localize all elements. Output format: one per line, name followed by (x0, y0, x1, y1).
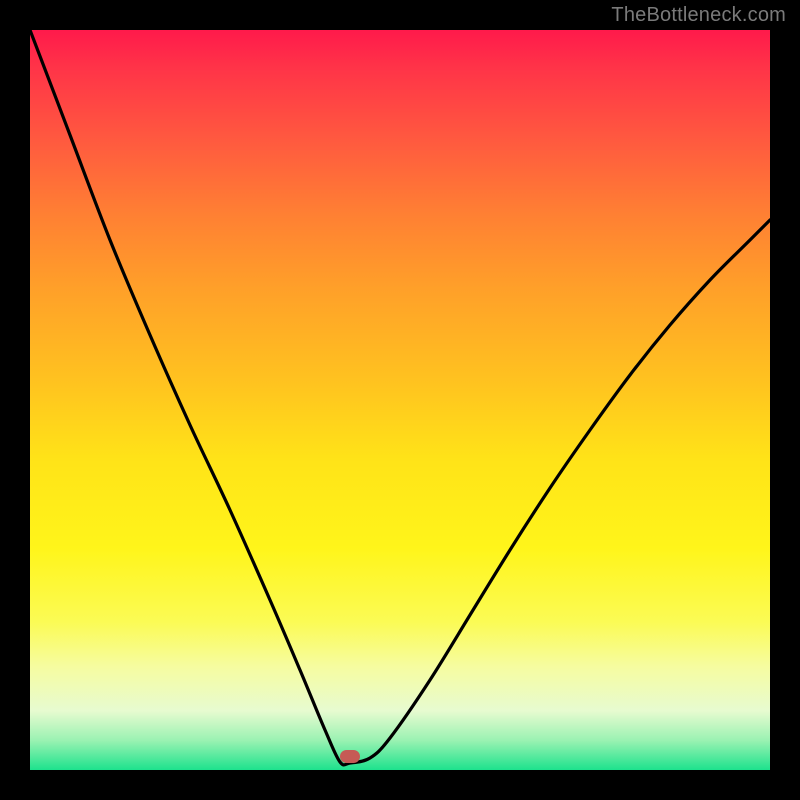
chart-plot-area (30, 30, 770, 770)
watermark-text: TheBottleneck.com (611, 4, 786, 27)
optimum-marker (340, 750, 360, 763)
curve-path (30, 30, 770, 765)
bottleneck-curve (30, 30, 770, 770)
